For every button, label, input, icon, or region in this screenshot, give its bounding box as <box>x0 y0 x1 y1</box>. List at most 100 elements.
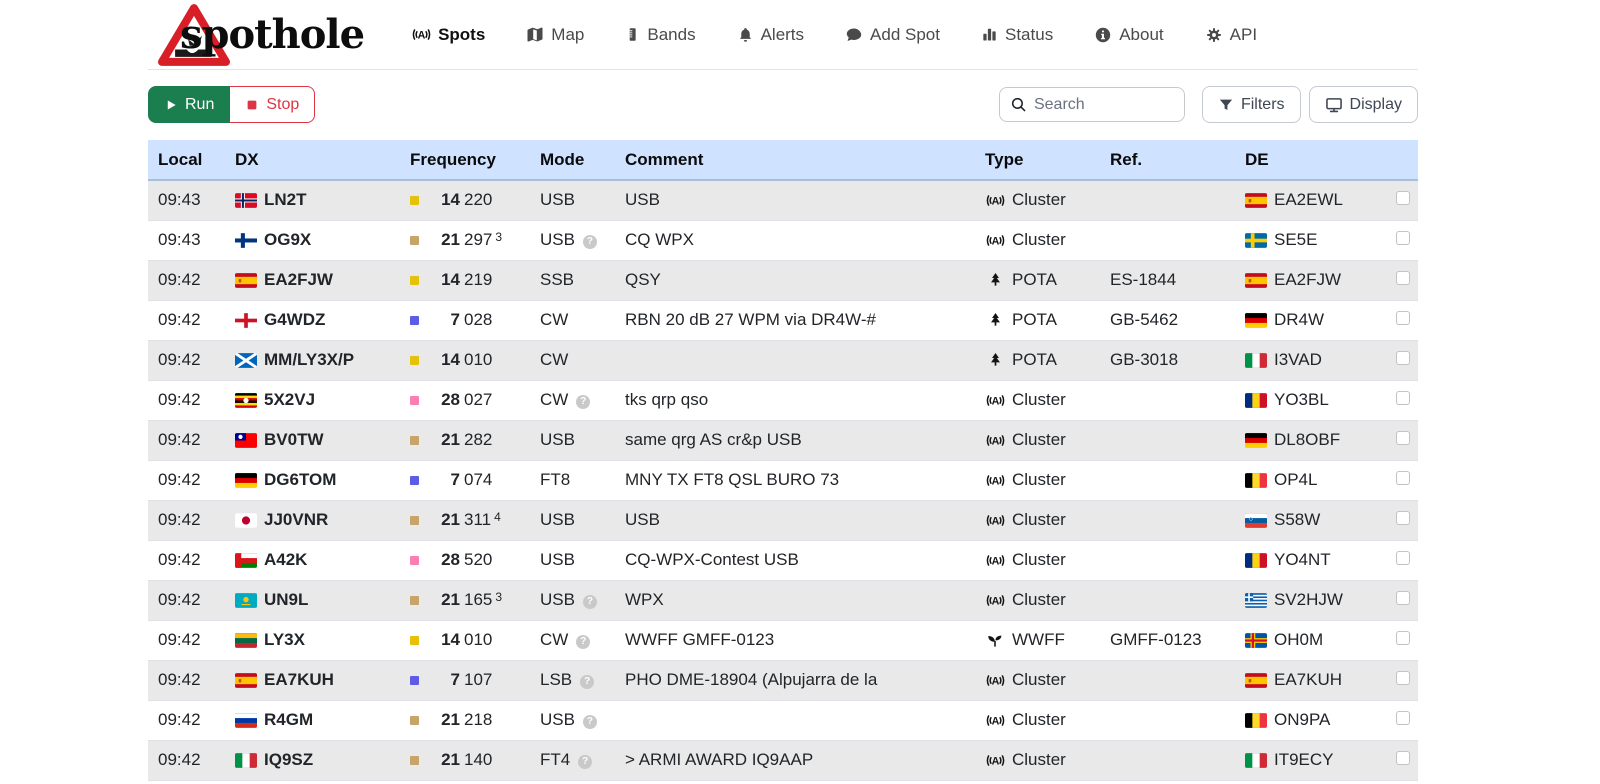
spot-row[interactable]: 09:42LY3X14010CW?WWFF GMFF-0123WWFFGMFF-… <box>148 620 1418 660</box>
spot-checkbox[interactable] <box>1396 471 1410 485</box>
spot-checkbox[interactable] <box>1396 271 1410 285</box>
spot-checkbox[interactable] <box>1396 551 1410 565</box>
dx-callsign[interactable]: IQ9SZ <box>264 750 313 770</box>
nav-item-api[interactable]: API <box>1205 25 1257 45</box>
dx-flag-icon <box>235 353 257 368</box>
col-header-type[interactable]: Type <box>975 140 1100 180</box>
stop-button[interactable]: Stop <box>230 86 315 123</box>
spot-ref[interactable]: GB-3018 <box>1100 340 1235 380</box>
spot-checkbox[interactable] <box>1396 311 1410 325</box>
spot-ref <box>1100 460 1235 500</box>
spot-checkbox[interactable] <box>1396 431 1410 445</box>
frequency-mhz: 14 <box>433 630 460 650</box>
spot-row[interactable]: 09:42EA2FJW14219SSBQSYPOTAES-1844EA2FJW <box>148 260 1418 300</box>
de-callsign[interactable]: EA7KUH <box>1274 670 1342 690</box>
col-header-frequency[interactable]: Frequency <box>400 140 530 180</box>
col-header-mode[interactable]: Mode <box>530 140 615 180</box>
dx-callsign[interactable]: JJ0VNR <box>264 510 328 530</box>
mode-help-icon[interactable]: ? <box>578 755 592 769</box>
mode-help-icon[interactable]: ? <box>580 675 594 689</box>
filters-button[interactable]: Filters <box>1202 86 1301 123</box>
spot-checkbox[interactable] <box>1396 671 1410 685</box>
dx-callsign[interactable]: A42K <box>264 550 307 570</box>
spot-row[interactable]: 09:43OG9X212973USB?CQ WPXAClusterSE5E <box>148 220 1418 260</box>
col-header-de[interactable]: DE <box>1235 140 1380 180</box>
nav-item-map[interactable]: Map <box>526 25 584 45</box>
spot-comment: CQ WPX <box>615 220 975 260</box>
spot-row[interactable]: 09:42DG6TOM7074FT8MNY TX FT8 QSL BURO 73… <box>148 460 1418 500</box>
de-callsign[interactable]: SV2HJW <box>1274 590 1343 610</box>
nav-item-alerts[interactable]: Alerts <box>737 25 804 45</box>
spot-comment: same qrg AS cr&p USB <box>615 420 975 460</box>
de-callsign[interactable]: YO4NT <box>1274 550 1331 570</box>
spot-checkbox[interactable] <box>1396 511 1410 525</box>
spot-checkbox[interactable] <box>1396 231 1410 245</box>
mode-help-icon[interactable]: ? <box>576 635 590 649</box>
de-callsign[interactable]: EA2FJW <box>1274 270 1341 290</box>
spot-row[interactable]: 09:42IQ9SZ21140FT4?> ARMI AWARD IQ9AAPAC… <box>148 740 1418 780</box>
spot-checkbox[interactable] <box>1396 191 1410 205</box>
brand-logo[interactable]: spothole <box>148 3 364 67</box>
de-callsign[interactable]: I3VAD <box>1274 350 1322 370</box>
nav-item-bands[interactable]: Bands <box>625 25 695 45</box>
mode-help-icon[interactable]: ? <box>583 595 597 609</box>
dx-callsign[interactable]: EA2FJW <box>264 270 333 290</box>
mode-help-icon[interactable]: ? <box>583 715 597 729</box>
nav-item-spots[interactable]: ASpots <box>412 25 485 45</box>
dx-callsign[interactable]: BV0TW <box>264 430 324 450</box>
spot-row[interactable]: 09:42R4GM21218USB?AClusterON9PA <box>148 700 1418 740</box>
mode-help-icon[interactable]: ? <box>576 395 590 409</box>
spot-row[interactable]: 09:42G4WDZ7028CWRBN 20 dB 27 WPM via DR4… <box>148 300 1418 340</box>
dx-callsign[interactable]: DG6TOM <box>264 470 336 490</box>
de-callsign[interactable]: EA2EWL <box>1274 190 1343 210</box>
de-callsign[interactable]: YO3BL <box>1274 390 1329 410</box>
col-header-dx[interactable]: DX <box>225 140 400 180</box>
spot-row[interactable]: 09:42A42K28520USBCQ-WPX-Contest USBAClus… <box>148 540 1418 580</box>
de-callsign[interactable]: IT9ECY <box>1274 750 1334 770</box>
de-callsign[interactable]: S58W <box>1274 510 1320 530</box>
spot-row[interactable]: 09:425X2VJ28027CW?tks qrp qsoAClusterYO3… <box>148 380 1418 420</box>
stop-icon <box>245 98 259 112</box>
col-header-ref[interactable]: Ref. <box>1100 140 1235 180</box>
spot-ref[interactable]: ES-1844 <box>1100 260 1235 300</box>
de-callsign[interactable]: OP4L <box>1274 470 1317 490</box>
mode-help-icon[interactable]: ? <box>583 235 597 249</box>
nav-item-about[interactable]: About <box>1094 25 1163 45</box>
run-button[interactable]: Run <box>148 86 230 123</box>
spot-checkbox[interactable] <box>1396 391 1410 405</box>
dx-callsign[interactable]: LN2T <box>264 190 307 210</box>
dx-callsign[interactable]: LY3X <box>264 630 305 650</box>
de-callsign[interactable]: DR4W <box>1274 310 1324 330</box>
dx-callsign[interactable]: G4WDZ <box>264 310 325 330</box>
nav-item-add-spot[interactable]: Add Spot <box>845 25 940 45</box>
spot-checkbox[interactable] <box>1396 711 1410 725</box>
dx-callsign[interactable]: UN9L <box>264 590 308 610</box>
de-callsign[interactable]: OH0M <box>1274 630 1323 650</box>
spot-checkbox[interactable] <box>1396 631 1410 645</box>
spot-row[interactable]: 09:43LN2T14220USBUSBAClusterEA2EWL <box>148 180 1418 220</box>
de-callsign[interactable]: SE5E <box>1274 230 1317 250</box>
col-header-comment[interactable]: Comment <box>615 140 975 180</box>
dx-callsign[interactable]: R4GM <box>264 710 313 730</box>
display-button[interactable]: Display <box>1309 86 1418 123</box>
spot-ref[interactable]: GB-5462 <box>1100 300 1235 340</box>
spot-checkbox[interactable] <box>1396 591 1410 605</box>
dx-callsign[interactable]: OG9X <box>264 230 311 250</box>
spot-row[interactable]: 09:42UN9L211653USB?WPXAClusterSV2HJW <box>148 580 1418 620</box>
spot-row[interactable]: 09:42BV0TW21282USBsame qrg AS cr&p USBAC… <box>148 420 1418 460</box>
spot-checkbox[interactable] <box>1396 351 1410 365</box>
col-header-local[interactable]: Local <box>148 140 225 180</box>
spot-row[interactable]: 09:42MM/LY3X/P14010CWPOTAGB-3018I3VAD <box>148 340 1418 380</box>
spot-ref[interactable]: GMFF-0123 <box>1100 620 1235 660</box>
dx-callsign[interactable]: EA7KUH <box>264 670 334 690</box>
spot-checkbox[interactable] <box>1396 751 1410 765</box>
de-callsign[interactable]: DL8OBF <box>1274 430 1340 450</box>
de-callsign[interactable]: ON9PA <box>1274 710 1330 730</box>
spot-row[interactable]: 09:42JJ0VNR213114USBUSBAClusterS58W <box>148 500 1418 540</box>
nav-item-status[interactable]: Status <box>981 25 1053 45</box>
dx-flag-icon <box>235 433 257 448</box>
dx-callsign[interactable]: MM/LY3X/P <box>264 350 354 370</box>
top-navbar: spothole ASpots Map Bands Alerts Add Spot Sta… <box>148 0 1418 70</box>
dx-callsign[interactable]: 5X2VJ <box>264 390 315 410</box>
spot-row[interactable]: 09:42EA7KUH7107LSB?PHO DME-18904 (Alpuja… <box>148 660 1418 700</box>
